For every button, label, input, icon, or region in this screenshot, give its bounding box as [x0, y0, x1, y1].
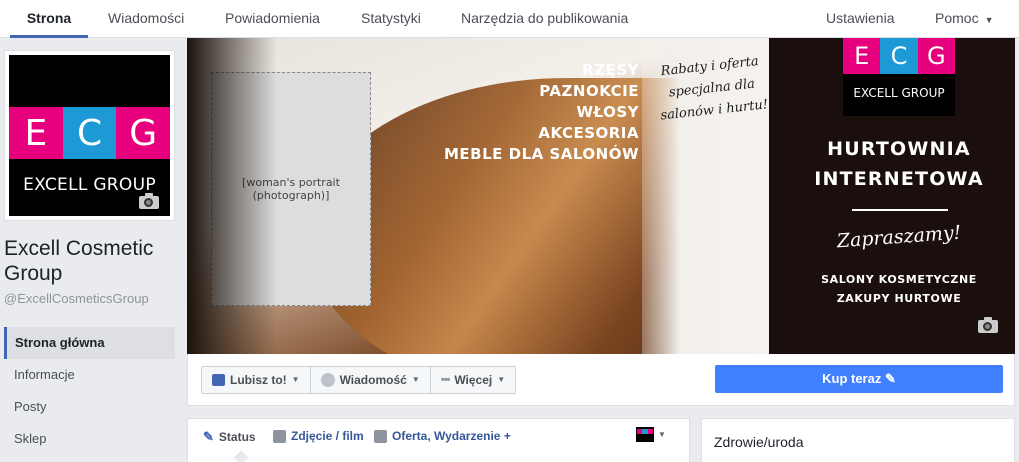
banner-logo-letter: C	[880, 38, 918, 74]
thumbs-up-icon	[212, 374, 225, 386]
messenger-icon	[320, 373, 335, 387]
more-label: Więcej	[454, 373, 493, 387]
category-card: Zdrowie/uroda	[701, 418, 1015, 462]
more-dots-icon: •••	[440, 374, 451, 386]
page-action-bar: Lubisz to! ▼ Wiadomość ▼ ••• Więcej ▼ Ku…	[187, 354, 1015, 406]
buy-now-button[interactable]: Kup teraz ✎	[715, 365, 1003, 393]
caret-down-icon: ▼	[984, 15, 994, 25]
help-label: Pomoc	[935, 10, 979, 26]
cover-image: [woman's portrait (photograph)] RZĘSY PAZ…	[187, 38, 827, 354]
logo-name: EXCELL GROUP	[23, 175, 156, 195]
caret-down-icon: ▼	[497, 375, 506, 384]
profile-logo: E C G EXCELL GROUP	[9, 55, 171, 216]
promo-text: Rabaty i oferta specjalna dla salonów i …	[659, 54, 769, 124]
category-list: RZĘSY PAZNOKCIE WŁOSY AKCESORIA MEBLE DL…	[444, 60, 639, 165]
category-item: AKCESORIA	[538, 124, 639, 142]
camera-icon	[273, 429, 286, 443]
banner-logo: E C G EXCELL GROUP	[843, 38, 955, 116]
tab-notifications[interactable]: Powiadomienia	[225, 0, 320, 38]
category-item: PAZNOKCIE	[539, 82, 639, 100]
banner-logo-letter: E	[843, 38, 881, 74]
help-menu[interactable]: Pomoc ▼	[935, 0, 994, 38]
page-handle[interactable]: @ExcellCosmeticsGroup	[4, 291, 149, 306]
logo-letter-e: E	[9, 107, 63, 159]
tab-page[interactable]: Strona	[10, 0, 88, 38]
banner-divider	[852, 209, 948, 211]
like-label: Lubisz to!	[230, 373, 287, 387]
composer-tab-photo[interactable]: Zdjęcie / film	[273, 429, 364, 443]
banner-logo-letters: E C G	[843, 38, 955, 74]
composer-status-label: Status	[218, 430, 256, 444]
page-category[interactable]: Zdrowie/uroda	[714, 434, 804, 450]
message-label: Wiadomość	[339, 373, 407, 387]
logo-letters: E C G	[9, 107, 171, 159]
sidebar-item-shop[interactable]: Sklep	[4, 423, 175, 455]
tab-settings[interactable]: Ustawienia	[826, 0, 894, 38]
active-tab-pointer	[233, 450, 249, 462]
caret-down-icon: ▼	[658, 430, 666, 439]
banner-logo-letter: G	[917, 38, 955, 74]
face-shadow	[187, 38, 277, 354]
banner-subtitle-line: SALONY KOSMETYCZNE	[821, 273, 977, 286]
tab-messages[interactable]: Wiadomości	[108, 0, 184, 38]
buy-now-label: Kup teraz	[822, 371, 882, 386]
banner-subtitle: SALONY KOSMETYCZNE ZAKUPY HURTOWE	[769, 270, 1015, 308]
pencil-icon: ✎	[884, 371, 896, 386]
more-button[interactable]: ••• Więcej ▼	[431, 367, 515, 393]
category-item: WŁOSY	[576, 103, 639, 121]
banner-headline: HURTOWNIA INTERNETOWA	[769, 134, 1015, 194]
caret-down-icon: ▼	[411, 375, 420, 384]
composer-offer-label: Oferta, Wydarzenie +	[392, 429, 511, 443]
page-title: Excell Cosmetic Group	[4, 237, 154, 285]
top-navigation: Strona Wiadomości Powiadomienia Statysty…	[0, 0, 1019, 38]
profile-picture[interactable]: E C G EXCELL GROUP	[4, 50, 175, 221]
like-button[interactable]: Lubisz to! ▼	[202, 367, 311, 393]
composer-photo-label: Zdjęcie / film	[291, 429, 364, 443]
banner-invite: Zapraszamy!	[836, 221, 962, 253]
tab-publishing-tools[interactable]: Narzędzia do publikowania	[461, 0, 628, 38]
composer-tab-status[interactable]: ✎ Status	[203, 429, 256, 445]
sidebar-item-posts[interactable]: Posty	[4, 391, 175, 423]
sidebar-item-about[interactable]: Informacje	[4, 359, 175, 391]
composer-tab-offer[interactable]: Oferta, Wydarzenie +	[374, 429, 511, 443]
pencil-icon: ✎	[203, 429, 214, 444]
tab-insights[interactable]: Statystyki	[361, 0, 421, 38]
banner-headline-line: INTERNETOWA	[814, 168, 984, 190]
banner-headline-line: HURTOWNIA	[827, 138, 971, 160]
sidebar-item-home[interactable]: Strona główna	[4, 327, 175, 359]
cover-banner: E C G EXCELL GROUP HURTOWNIA INTERNETOWA…	[769, 38, 1015, 354]
cover-photo[interactable]: [woman's portrait (photograph)] RZĘSY PAZ…	[187, 38, 1015, 354]
banner-logo-name: EXCELL GROUP	[853, 86, 945, 100]
post-composer: ✎ Status Zdjęcie / film Oferta, Wydarzen…	[187, 418, 690, 462]
category-item: RZĘSY	[582, 61, 639, 79]
message-button[interactable]: Wiadomość ▼	[311, 367, 431, 393]
more-dots-icon	[374, 429, 387, 443]
action-button-group: Lubisz to! ▼ Wiadomość ▼ ••• Więcej ▼	[201, 366, 517, 394]
banner-subtitle-line: ZAKUPY HURTOWE	[836, 292, 962, 305]
post-as-selector[interactable]: ▼	[636, 427, 666, 442]
page-avatar	[636, 427, 654, 442]
caret-down-icon: ▼	[291, 375, 300, 384]
category-item: MEBLE DLA SALONÓW	[443, 145, 639, 163]
logo-letter-c: C	[62, 107, 117, 159]
logo-letter-g: G	[116, 107, 171, 159]
